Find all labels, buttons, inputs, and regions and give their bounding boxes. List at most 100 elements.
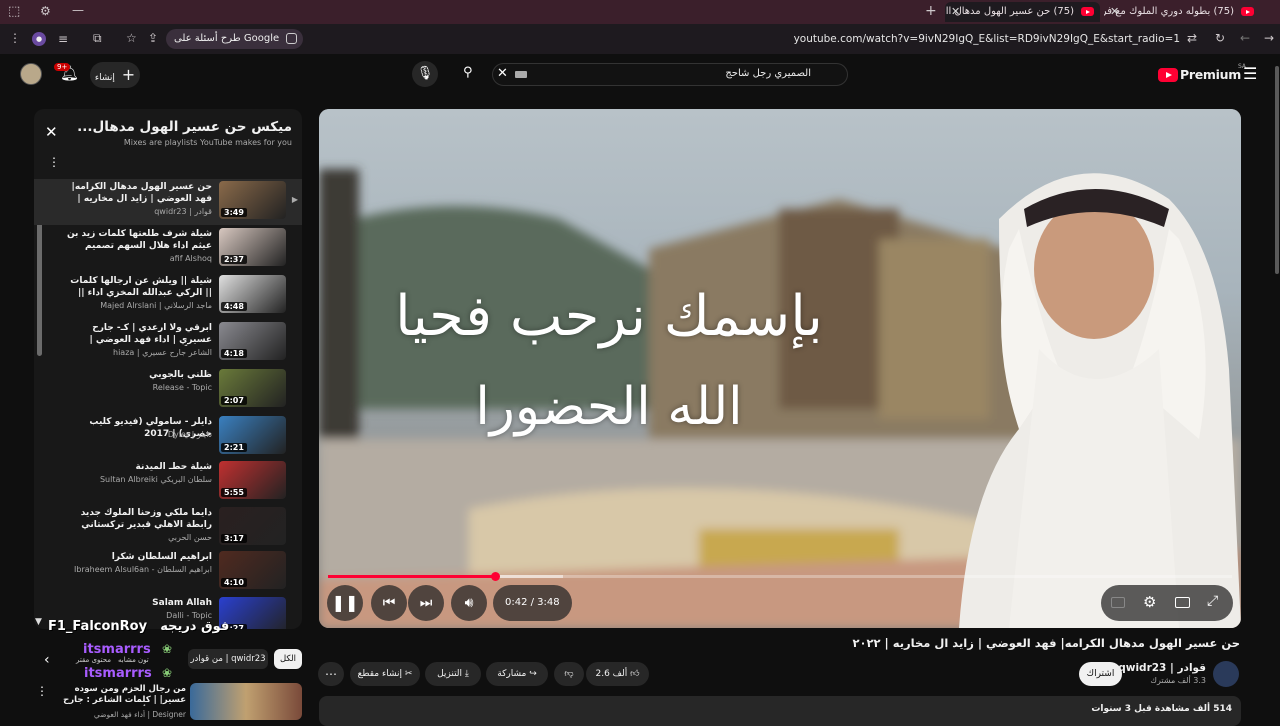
page-scrollbar[interactable] [1275,66,1279,274]
window-menu-icon[interactable]: ⬚ [8,5,20,18]
close-icon[interactable]: ✕ [1110,2,1119,22]
playlist-item[interactable]: 4:48 شيلة || ويلش عن ارجالها كلمات || الر… [34,273,302,319]
next-video-thumbnail[interactable] [190,683,302,720]
create-label: إنشاء [94,73,115,83]
video-player[interactable]: بإسمك نرحب فحيا الله الحضورا ❚❚ ⏮︎ ⏭︎ 🔊︎… [319,109,1241,628]
playlist-menu-icon[interactable]: ⋮ [48,155,60,169]
more-vert-icon[interactable]: ⋮ [9,32,21,44]
clip-button[interactable]: إنشاء مقطع ✂ [350,662,420,686]
minimize-icon[interactable]: — [72,4,84,16]
next-menu-icon[interactable]: ⋮ [36,684,48,698]
reload-icon[interactable]: ↻ [1215,32,1225,44]
youtube-icon [1081,7,1094,16]
lens-icon [286,33,298,44]
share-icon[interactable]: ⇪ [148,32,158,44]
chat-username-2: itsmarrrs [84,666,152,681]
more-actions-button[interactable]: ⋯ [318,662,344,686]
download-button[interactable]: التنزيل ⤓ [425,662,481,686]
playlist-thumbnail[interactable]: 4:48 [219,275,286,313]
forward-icon[interactable]: → [1264,32,1274,44]
next-video-title[interactable]: من رجال الحزم ومن سوده عسير| | كلمات الش… [48,684,186,706]
tab-title: (75) حن عسير الهول مدهال اا [945,6,1074,17]
create-button[interactable]: إنشاء + [90,62,140,88]
progress-bar[interactable] [328,572,1232,581]
youtube-icon [1241,7,1254,16]
ask-google-pill[interactable]: طرح أسئلة على Google [166,29,304,49]
next-video-channel: Designer | أداء فهد العوضي [93,710,186,719]
chip-channel[interactable]: من قوادر | qwidr23 [188,649,268,669]
playlist-thumbnail[interactable]: 3:49 [219,181,286,219]
close-icon[interactable]: ✕ [951,2,960,22]
channel-name[interactable]: قوادر | qwidr23 [1118,662,1206,674]
banner-name: F1_FalconRoy [48,619,148,634]
new-tab-button[interactable]: + [925,4,937,18]
previous-button[interactable]: ⏮︎ [371,585,407,621]
avatar[interactable] [20,63,42,85]
duration-badge: 4:18 [221,349,247,358]
playlist-item[interactable]: 3:17 دايما ملكي وزحنا الملوك جديد رابطة ا… [34,505,302,551]
subscribe-button[interactable]: اشتراك [1079,662,1122,686]
url-text[interactable]: youtube.com/watch?v=9ivN29IgQ_E&list=RD9… [794,28,1180,50]
playlist-item[interactable]: 5:55 شيلة حطـ الميدنة سلطان البريكي Sultan… [34,459,302,505]
tab-current[interactable]: ✕ (75) حن عسير الهول مدهال اا [945,2,1100,22]
theater-mode-icon[interactable] [1175,597,1190,608]
play-triangle-icon [1166,71,1172,78]
puzzle-icon[interactable]: ⧉ [93,32,102,44]
subtitles-icon[interactable] [1111,597,1125,608]
close-playlist-icon[interactable]: ✕ [45,123,58,141]
download-icon: ⤓ [464,669,469,679]
keyboard-icon[interactable] [515,71,527,78]
tab-other[interactable]: ✕ (75) بطوله دوري الملوك مع فرز [1104,2,1260,22]
playlist-item[interactable]: 2:07 ظلني بالجوبي Release - Topic [34,367,302,413]
user-badge-icon: ❀ [162,642,173,656]
playlist-item-title: شيلة شرف طلعتها كلمات زيد بن عيثم اداء ه… [66,229,212,251]
duration-badge: 4:48 [221,302,247,311]
playlist-item[interactable]: 2:37 شيلة شرف طلعتها كلمات زيد بن عيثم اد… [34,226,302,272]
search-input[interactable]: الصميري رجل شاحج [725,68,811,79]
bookmark-star-icon[interactable]: ☆ [126,32,137,44]
search-box[interactable]: ⚲ ✕ الصميري رجل شاحج [463,63,848,86]
thumbs-down-icon: 👎︎ [564,669,574,679]
site-settings-icon[interactable]: ⇄ [1187,32,1197,44]
playlist-thumbnail[interactable]: 2:21 [219,416,286,454]
fullscreen-icon[interactable]: ⤢ [1207,593,1218,609]
next-button[interactable]: ⏭︎ [408,585,444,621]
playlist-item[interactable]: 4:10 ابراهيم السلطان شكرا ابراهيم السلطان … [34,549,302,595]
time-display: 0:42 / 3:48 [493,585,572,621]
clear-search-icon[interactable]: ✕ [497,66,508,81]
subscriber-count: 3.3 ألف مشترك [1150,676,1206,685]
playlist-thumbnail[interactable]: 2:07 [219,369,286,407]
playlist-thumbnail[interactable]: 4:18 [219,322,286,360]
extensions-icon[interactable]: ≡ [58,33,68,45]
search-icon[interactable]: ⚲ [463,65,473,80]
share-button[interactable]: مشاركة ↪ [486,662,548,686]
right-controls: ⚙ ⤢ [1101,585,1233,621]
playlist-item-title: ابراهيم السلطان شكرا [111,552,212,562]
profile-icon[interactable]: ● [32,32,46,46]
channel-avatar[interactable] [1213,661,1239,687]
overlay-line-1: بإسمك نرحب فحيا [395,284,823,349]
collapse-icon[interactable]: ▼ [35,617,42,627]
playlist-item-channel: Release - Topic [152,383,212,392]
chip-all[interactable]: الكل [274,649,302,669]
back-icon[interactable]: ← [1240,32,1250,44]
playlist-item[interactable]: 2:21 دايلر - سامولي (فيديو كليب حصري) | 2… [34,414,302,460]
settings-gear-icon[interactable]: ⚙ [1143,593,1156,611]
volume-button[interactable]: 🔊︎ [451,585,487,621]
playlist-item-title: دايما ملكي وزحنا الملوك جديد رابطة الاهل… [80,508,212,530]
dislike-button[interactable]: 👎︎ [554,662,584,686]
voice-search-button[interactable]: 🎙︎ [412,61,438,87]
hamburger-menu-icon[interactable]: ☰ [1243,64,1257,83]
playlist-thumbnail[interactable]: 2:37 [219,228,286,266]
pause-button[interactable]: ❚❚ [327,585,363,621]
playlist-item[interactable]: 4:18 ابرقي ولا ارعدي | كـ- جارح عسيري | ا… [34,320,302,366]
playlist-item-channel: دايلر | Dyler [167,430,212,439]
window-settings-icon[interactable]: ⚙ [40,5,51,17]
playlist-item[interactable]: 3:49 حن عسير الهول مدهال الكرامه| فهد الع… [34,179,302,225]
like-button[interactable]: 2.6 ألف 👍︎ [586,662,649,686]
playlist-thumbnail[interactable]: 3:17 [219,507,286,545]
chevron-left-icon[interactable]: ‹ [44,652,50,668]
playlist-thumbnail[interactable]: 5:55 [219,461,286,499]
notification-badge: 9+ [54,63,71,71]
playlist-thumbnail[interactable]: 4:10 [219,551,286,589]
